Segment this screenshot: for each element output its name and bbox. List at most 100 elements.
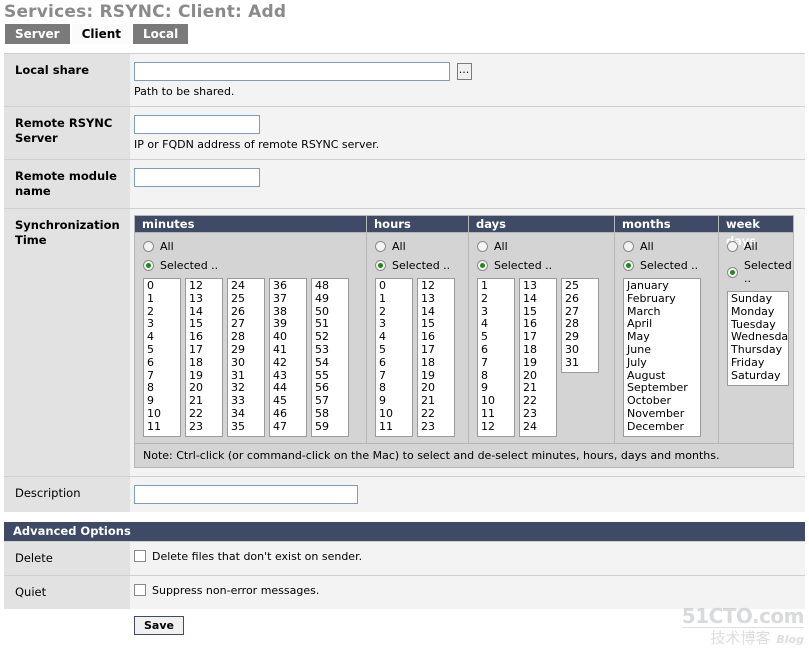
listbox-months-0[interactable]: January February March April May June July Augu… bbox=[623, 278, 701, 437]
local-share-input[interactable] bbox=[134, 62, 450, 81]
list-item[interactable]: 53 bbox=[312, 343, 348, 357]
list-item[interactable]: 5 bbox=[144, 343, 180, 357]
list-item[interactable]: 6 bbox=[376, 356, 412, 370]
radio-weekdays-selected[interactable]: Selected .. bbox=[727, 259, 792, 285]
list-item[interactable]: January bbox=[624, 279, 700, 293]
list-item[interactable]: 12 bbox=[478, 420, 514, 434]
list-item[interactable]: 22 bbox=[418, 407, 454, 421]
radio-icon-weekdays-all[interactable] bbox=[727, 241, 738, 252]
radio-months-all[interactable]: All bbox=[623, 240, 714, 253]
list-item[interactable]: 0 bbox=[144, 279, 180, 293]
list-item[interactable]: Monday bbox=[728, 305, 788, 319]
quiet-checkbox[interactable] bbox=[134, 584, 146, 597]
radio-icon-minutes-all[interactable] bbox=[143, 241, 154, 252]
quiet-checkbox-row[interactable]: Suppress non-error messages. bbox=[134, 584, 799, 597]
list-item[interactable]: December bbox=[624, 420, 700, 434]
listbox-minutes-2[interactable]: 24 25 26 27 28 29 30 31 32 33 34 35 bbox=[227, 278, 265, 437]
list-item[interactable]: 23 bbox=[186, 420, 222, 434]
list-item[interactable]: 54 bbox=[312, 356, 348, 370]
list-item[interactable]: 13 bbox=[186, 292, 222, 306]
list-item[interactable]: 0 bbox=[376, 279, 412, 293]
list-item[interactable]: 23 bbox=[418, 420, 454, 434]
list-item[interactable]: 36 bbox=[270, 279, 306, 293]
list-item[interactable]: 13 bbox=[418, 292, 454, 306]
listbox-days-1[interactable]: 13 14 15 16 17 18 19 20 21 22 23 24 bbox=[519, 278, 557, 437]
list-item[interactable]: 5 bbox=[376, 343, 412, 357]
list-item[interactable]: 17 bbox=[418, 343, 454, 357]
list-item[interactable]: 17 bbox=[186, 343, 222, 357]
description-input[interactable] bbox=[134, 484, 358, 504]
list-item[interactable]: February bbox=[624, 292, 700, 306]
list-item[interactable]: 22 bbox=[186, 407, 222, 421]
tab-client[interactable]: Client bbox=[71, 24, 132, 44]
list-item[interactable]: 1 bbox=[478, 279, 514, 293]
list-item[interactable]: 6 bbox=[144, 356, 180, 370]
save-button[interactable]: Save bbox=[134, 615, 184, 635]
listbox-minutes-1[interactable]: 12 13 14 15 16 17 18 19 20 21 22 23 bbox=[185, 278, 223, 437]
listbox-minutes-4[interactable]: 48 49 50 51 52 53 54 55 56 57 58 59 bbox=[311, 278, 349, 437]
radio-icon-hours-selected[interactable] bbox=[375, 260, 386, 271]
list-item[interactable]: 41 bbox=[270, 343, 306, 357]
radio-icon-months-selected[interactable] bbox=[623, 260, 634, 271]
list-item[interactable]: June bbox=[624, 343, 700, 357]
radio-icon-weekdays-selected[interactable] bbox=[727, 266, 738, 278]
listbox-hours-1[interactable]: 12 13 14 15 16 17 18 19 20 21 22 23 bbox=[417, 278, 455, 437]
listbox-minutes-0[interactable]: 0 1 2 3 4 5 6 7 8 9 10 11 bbox=[143, 278, 181, 437]
radio-icon-days-all[interactable] bbox=[477, 241, 488, 252]
list-item[interactable]: 58 bbox=[312, 407, 348, 421]
list-item[interactable]: 46 bbox=[270, 407, 306, 421]
listbox-hours-0[interactable]: 0 1 2 3 4 5 6 7 8 9 10 11 bbox=[375, 278, 413, 437]
list-item[interactable]: 49 bbox=[312, 292, 348, 306]
radio-months-selected[interactable]: Selected .. bbox=[623, 259, 714, 272]
list-item[interactable]: 7 bbox=[478, 356, 514, 370]
list-item[interactable]: 14 bbox=[520, 292, 556, 306]
list-item[interactable]: Friday bbox=[728, 356, 788, 370]
list-item[interactable]: 10 bbox=[376, 407, 412, 421]
radio-icon-hours-all[interactable] bbox=[375, 241, 386, 252]
delete-checkbox-row[interactable]: Delete files that don't exist on sender. bbox=[134, 550, 799, 563]
list-item[interactable]: 13 bbox=[520, 279, 556, 293]
list-item[interactable]: 1 bbox=[376, 292, 412, 306]
tab-server[interactable]: Server bbox=[5, 24, 70, 44]
delete-checkbox[interactable] bbox=[134, 550, 146, 563]
browse-button[interactable]: ... bbox=[456, 63, 472, 80]
radio-minutes-selected[interactable]: Selected .. bbox=[143, 259, 362, 272]
list-item[interactable]: 30 bbox=[562, 343, 598, 357]
list-item[interactable]: 29 bbox=[228, 343, 264, 357]
list-item[interactable]: 59 bbox=[312, 420, 348, 434]
radio-icon-months-all[interactable] bbox=[623, 241, 634, 252]
remote-module-input[interactable] bbox=[134, 168, 260, 187]
list-item[interactable]: 12 bbox=[418, 279, 454, 293]
list-item[interactable]: 35 bbox=[228, 420, 264, 434]
radio-icon-days-selected[interactable] bbox=[477, 260, 488, 271]
list-item[interactable]: 30 bbox=[228, 356, 264, 370]
listbox-days-2[interactable]: 25 26 27 28 29 30 31 bbox=[561, 278, 599, 373]
list-item[interactable]: 10 bbox=[144, 407, 180, 421]
listbox-weekdays-0[interactable]: Sunday Monday Tuesday Wednesday Thursday Frid… bbox=[727, 291, 789, 386]
list-item[interactable]: 12 bbox=[186, 279, 222, 293]
remote-server-input[interactable] bbox=[134, 115, 260, 134]
list-item[interactable]: 1 bbox=[144, 292, 180, 306]
listbox-days-0[interactable]: 1 2 3 4 5 6 7 8 9 10 11 12 bbox=[477, 278, 515, 437]
list-item[interactable]: Saturday bbox=[728, 369, 788, 383]
radio-days-all[interactable]: All bbox=[477, 240, 610, 253]
list-item[interactable]: 37 bbox=[270, 292, 306, 306]
list-item[interactable]: 18 bbox=[520, 343, 556, 357]
list-item[interactable]: 48 bbox=[312, 279, 348, 293]
list-item[interactable]: 19 bbox=[520, 356, 556, 370]
list-item[interactable]: 6 bbox=[478, 343, 514, 357]
list-item[interactable]: 18 bbox=[418, 356, 454, 370]
radio-days-selected[interactable]: Selected .. bbox=[477, 259, 610, 272]
list-item[interactable]: 2 bbox=[478, 292, 514, 306]
list-item[interactable]: 24 bbox=[520, 420, 556, 434]
radio-minutes-all[interactable]: All bbox=[143, 240, 362, 253]
list-item[interactable]: 31 bbox=[562, 356, 598, 370]
list-item[interactable]: 11 bbox=[144, 420, 180, 434]
list-item[interactable]: November bbox=[624, 407, 700, 421]
radio-hours-all[interactable]: All bbox=[375, 240, 464, 253]
listbox-minutes-3[interactable]: 36 37 38 39 40 41 42 43 44 45 46 47 bbox=[269, 278, 307, 437]
list-item[interactable]: 24 bbox=[228, 279, 264, 293]
list-item[interactable]: 47 bbox=[270, 420, 306, 434]
radio-weekdays-all[interactable]: All bbox=[727, 240, 789, 253]
radio-icon-minutes-selected[interactable] bbox=[143, 260, 154, 271]
